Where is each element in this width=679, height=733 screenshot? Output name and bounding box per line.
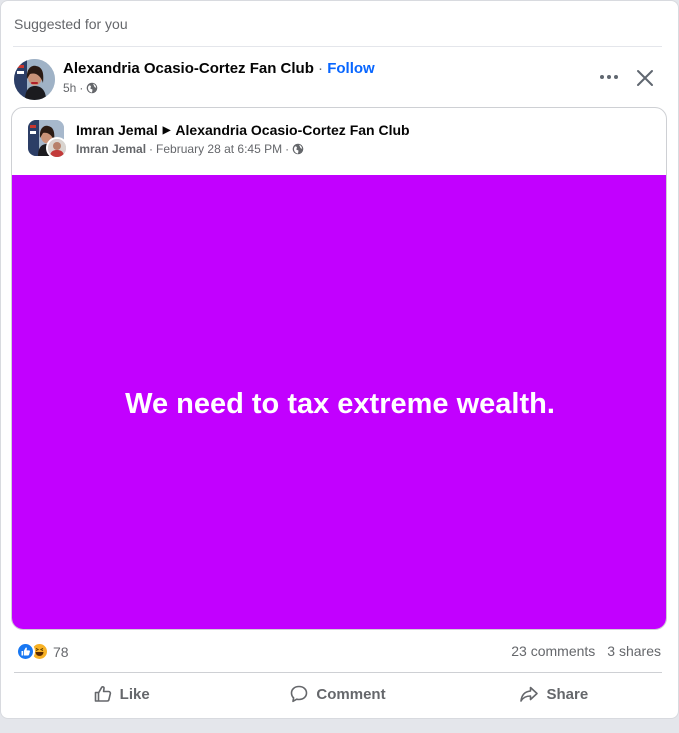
shares-count-link[interactable]: 3 shares [607, 643, 661, 659]
shared-post-header: Imran Jemal ▶ Alexandria Ocasio-Cortez F… [76, 122, 410, 138]
reaction-count: 78 [53, 643, 69, 660]
comment-button[interactable]: Comment [229, 678, 445, 710]
share-icon [519, 684, 539, 704]
feed-post-card: Suggested for you Alexandria Ocasio-Cort… [0, 0, 679, 719]
shared-post[interactable]: Imran Jemal ▶ Alexandria Ocasio-Cortez F… [11, 107, 667, 630]
text-post-background[interactable]: We need to tax extreme wealth. [12, 175, 666, 629]
name-separator: · [313, 60, 328, 77]
reactions-summary[interactable]: 78 [16, 642, 69, 661]
page-name-link[interactable]: Alexandria Ocasio-Cortez Fan Club [63, 60, 314, 77]
post-actions-bar: Like Comment Share [13, 678, 662, 710]
like-icon [16, 642, 35, 661]
shared-avatar-group[interactable] [28, 120, 68, 160]
caret-right-icon: ▶ [162, 124, 171, 136]
post-stats: 23 comments 3 shares [511, 643, 661, 659]
more-options-icon[interactable] [595, 65, 623, 89]
meta-author-link[interactable]: Imran Jemal [76, 142, 146, 156]
suggested-label: Suggested for you [14, 16, 128, 32]
meta-separator: · [79, 81, 84, 95]
divider [13, 46, 662, 47]
shared-post-meta: Imran Jemal · February 28 at 6:45 PM · [76, 142, 304, 156]
close-icon[interactable] [634, 67, 656, 89]
post-time[interactable]: 5h [63, 81, 76, 95]
share-label: Share [546, 685, 589, 703]
author-name-link[interactable]: Imran Jemal [76, 122, 158, 138]
comment-label: Comment [316, 685, 386, 703]
author-avatar[interactable] [46, 137, 68, 159]
page-name-row: Alexandria Ocasio-Cortez Fan Club · Foll… [63, 60, 375, 77]
post-text: We need to tax extreme wealth. [125, 388, 555, 420]
meta-separator: · [285, 142, 290, 156]
meta-separator: · [149, 142, 154, 156]
comments-count-link[interactable]: 23 comments [511, 643, 595, 659]
shared-post-date[interactable]: February 28 at 6:45 PM [156, 142, 282, 156]
thumbs-up-icon [93, 684, 113, 704]
post-meta: 5h · [63, 81, 98, 95]
globe-icon[interactable] [86, 82, 98, 94]
group-name-link[interactable]: Alexandria Ocasio-Cortez Fan Club [175, 122, 409, 138]
share-button[interactable]: Share [446, 678, 662, 710]
page-avatar[interactable] [14, 59, 55, 100]
like-button[interactable]: Like [13, 678, 229, 710]
follow-button[interactable]: Follow [327, 60, 375, 77]
like-label: Like [119, 685, 150, 703]
divider [14, 672, 662, 673]
globe-icon[interactable] [292, 143, 304, 155]
comment-icon [289, 684, 309, 704]
